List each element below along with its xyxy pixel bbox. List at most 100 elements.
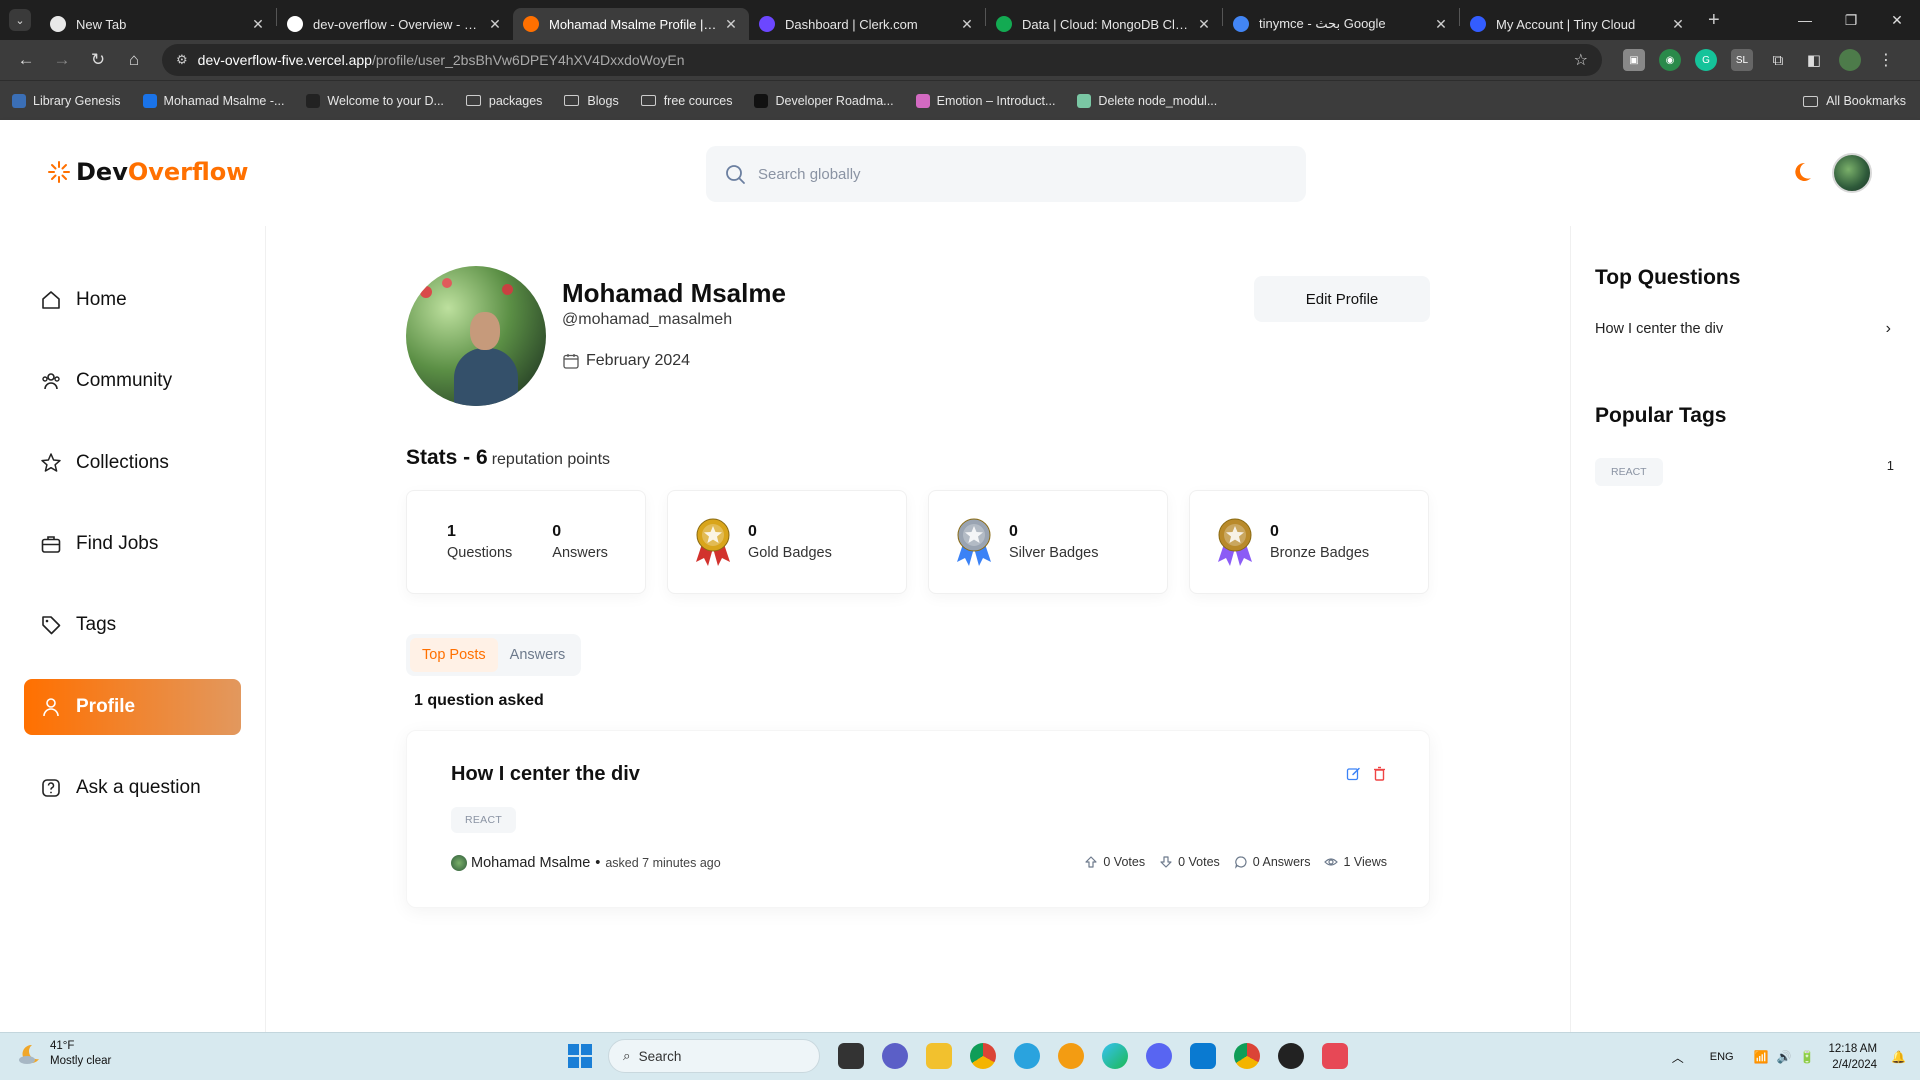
edit-profile-button[interactable]: Edit Profile xyxy=(1254,276,1430,322)
bookmark-item[interactable]: Mohamad Msalme -... xyxy=(142,93,284,108)
edit-icon[interactable] xyxy=(1345,765,1361,781)
question-card[interactable]: How I center the div REACT Mohamad Msalm… xyxy=(406,730,1430,908)
bookmark-item[interactable]: Welcome to your D... xyxy=(306,93,444,108)
theme-toggle-moon-icon[interactable] xyxy=(1790,160,1814,184)
more-menu-icon[interactable]: ⋮ xyxy=(1875,49,1897,71)
vscode-icon[interactable] xyxy=(1190,1043,1216,1069)
popular-tag[interactable]: REACT xyxy=(1595,458,1663,486)
close-tab-icon[interactable]: ✕ xyxy=(250,16,266,33)
logo[interactable]: Dev Overflow xyxy=(46,158,248,186)
search-input[interactable] xyxy=(758,165,1258,183)
chevron-up-icon[interactable]: ︿ xyxy=(1672,1049,1684,1066)
extension-icon-2[interactable]: ◉ xyxy=(1659,49,1681,71)
browser-tab[interactable]: dev-overflow - Overview - Verc ✕ xyxy=(277,8,513,40)
notification-bell-icon[interactable]: 🔔 xyxy=(1891,1050,1906,1064)
bookmark-label: packages xyxy=(488,93,543,108)
windows-start-icon[interactable] xyxy=(568,1044,592,1068)
weather-widget[interactable]: 41°F Mostly clear xyxy=(16,1039,111,1069)
system-tray: ︿ ENG 📶 🔊 🔋 12:18 AM 2/4/2024 🔔 xyxy=(1672,1033,1906,1080)
tab-search-button[interactable]: ⌄ xyxy=(0,0,40,40)
reload-button[interactable]: ↻ xyxy=(82,44,114,76)
bookmark-label: Emotion – Introduct... xyxy=(936,93,1056,108)
back-button[interactable]: ← xyxy=(10,44,42,76)
bookmark-item[interactable]: free cources xyxy=(640,94,732,108)
sidebar-item-find-jobs[interactable]: Find Jobs xyxy=(24,516,241,572)
task-view-icon[interactable] xyxy=(838,1043,864,1069)
app-icon-orange[interactable] xyxy=(1058,1043,1084,1069)
extension-icon-4[interactable]: SL xyxy=(1731,49,1753,71)
user-avatar[interactable] xyxy=(1832,153,1872,193)
file-explorer-icon[interactable] xyxy=(926,1043,952,1069)
global-search[interactable] xyxy=(706,146,1306,202)
profile-joined: February 2024 xyxy=(562,352,690,370)
extension-icon-1[interactable]: ▣ xyxy=(1623,49,1645,71)
side-panel-icon[interactable]: ◧ xyxy=(1803,49,1825,71)
browser-tab[interactable]: My Account | Tiny Cloud ✕ xyxy=(1460,8,1696,40)
close-tab-icon[interactable]: ✕ xyxy=(723,16,739,33)
sidebar-item-ask-a-question[interactable]: Ask a question xyxy=(24,760,241,816)
chrome-dev-icon[interactable] xyxy=(1234,1043,1260,1069)
author-name[interactable]: Mohamad Msalme xyxy=(471,855,590,871)
question-title[interactable]: How I center the div xyxy=(451,763,640,786)
bookmark-item[interactable]: packages xyxy=(465,93,543,108)
clock[interactable]: 12:18 AM 2/4/2024 xyxy=(1828,1041,1877,1073)
url-host: dev-overflow-five.vercel.app xyxy=(197,52,372,68)
battery-icon[interactable]: 🔋 xyxy=(1800,1050,1815,1064)
close-tab-icon[interactable]: ✕ xyxy=(487,16,503,33)
close-tab-icon[interactable]: ✕ xyxy=(1196,16,1212,33)
taskbar-search[interactable]: ⌕ Search xyxy=(608,1039,820,1073)
author-avatar[interactable] xyxy=(451,855,467,871)
meet-icon[interactable] xyxy=(882,1043,908,1069)
site-info-icon[interactable]: ⚙ xyxy=(176,52,188,68)
close-tab-icon[interactable]: ✕ xyxy=(959,16,975,33)
sidebar-item-collections[interactable]: Collections xyxy=(24,435,241,491)
close-window-button[interactable]: ✕ xyxy=(1874,0,1920,40)
new-tab-button[interactable]: + xyxy=(1708,9,1720,32)
minimize-button[interactable]: — xyxy=(1782,0,1828,40)
media-player-icon[interactable] xyxy=(1278,1043,1304,1069)
forward-button[interactable]: → xyxy=(46,44,78,76)
bookmark-star-icon[interactable]: ☆ xyxy=(1574,50,1588,70)
chrome-icon[interactable] xyxy=(970,1043,996,1069)
close-tab-icon[interactable]: ✕ xyxy=(1433,16,1449,33)
discord-icon[interactable] xyxy=(1146,1043,1172,1069)
sidebar-item-community[interactable]: Community xyxy=(24,353,241,409)
question-tag[interactable]: REACT xyxy=(451,807,517,833)
wifi-icon[interactable]: 📶 xyxy=(1754,1050,1769,1064)
volume-icon[interactable]: 🔊 xyxy=(1777,1050,1792,1064)
app-header: Dev Overflow xyxy=(0,120,1920,226)
profile-avatar-icon[interactable] xyxy=(1839,49,1861,71)
browser-tab[interactable]: tinymce - بحث Google ✕ xyxy=(1223,8,1459,40)
all-bookmarks-button[interactable]: All Bookmarks xyxy=(1803,81,1906,121)
tag-icon xyxy=(42,616,61,635)
user-icon xyxy=(43,697,59,716)
browser-tab[interactable]: Dashboard | Clerk.com ✕ xyxy=(749,8,985,40)
maximize-button[interactable]: ❐ xyxy=(1828,0,1874,40)
edge-icon[interactable] xyxy=(1102,1043,1128,1069)
upvote-icon xyxy=(1085,856,1097,868)
bookmark-item[interactable]: Developer Roadma... xyxy=(754,93,894,108)
bookmark-item[interactable]: Blogs xyxy=(564,94,619,108)
bookmark-favicon-icon xyxy=(754,93,769,108)
close-tab-icon[interactable]: ✕ xyxy=(1670,16,1686,33)
language-indicator[interactable]: ENG xyxy=(1710,1051,1734,1063)
bookmark-item[interactable]: Emotion – Introduct... xyxy=(915,93,1056,108)
bookmark-item[interactable]: Library Genesis xyxy=(12,93,121,108)
address-bar[interactable]: ⚙ dev-overflow-five.vercel.app/profile/u… xyxy=(162,44,1602,76)
grammarly-icon[interactable]: G xyxy=(1695,49,1717,71)
tab-answers[interactable]: Answers xyxy=(498,638,578,672)
browser-tab[interactable]: Data | Cloud: MongoDB Cloud ✕ xyxy=(986,8,1222,40)
tab-top-posts[interactable]: Top Posts xyxy=(410,638,498,672)
home-button[interactable]: ⌂ xyxy=(118,44,150,76)
sidebar-item-tags[interactable]: Tags xyxy=(24,597,241,653)
sidebar-item-profile[interactable]: Profile xyxy=(24,678,241,735)
telegram-icon[interactable] xyxy=(1014,1043,1040,1069)
delete-icon[interactable] xyxy=(1371,765,1387,781)
sidebar-item-home[interactable]: Home xyxy=(24,272,241,328)
bookmark-item[interactable]: Delete node_modul... xyxy=(1077,93,1217,108)
extensions-puzzle-icon[interactable]: ⧉ xyxy=(1767,49,1789,71)
top-question-item[interactable]: How I center the div › xyxy=(1595,320,1891,338)
snipping-tool-icon[interactable] xyxy=(1322,1043,1348,1069)
browser-tab[interactable]: Mohamad Msalme Profile | Dev ✕ xyxy=(513,8,749,40)
browser-tab[interactable]: New Tab ✕ xyxy=(40,8,276,40)
